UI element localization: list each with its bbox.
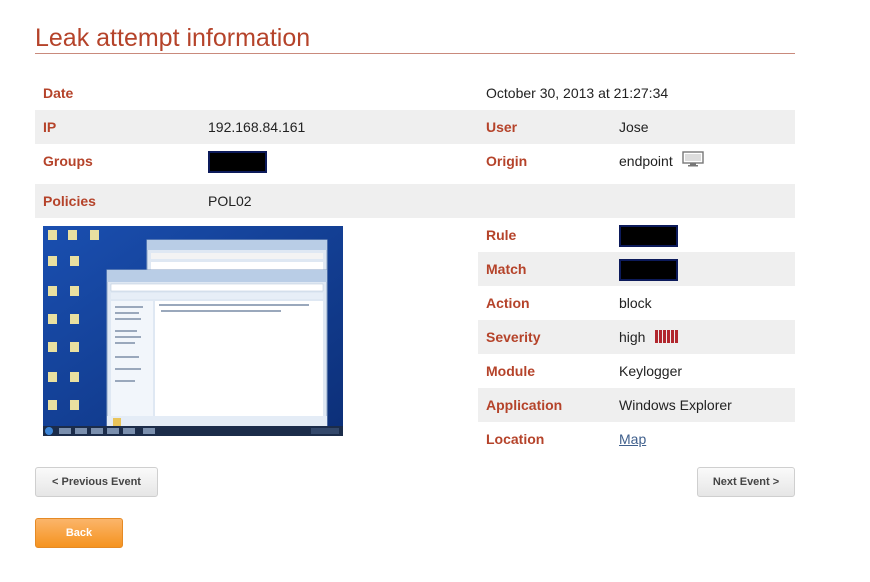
groups-origin-row: Groups Origin endpoint <box>35 144 795 178</box>
map-link[interactable]: Map <box>619 422 646 456</box>
next-event-button[interactable]: Next Event > <box>697 467 795 497</box>
action-row: Action block <box>478 286 795 320</box>
title-divider <box>35 53 795 54</box>
policies-row: Policies POL02 <box>35 184 795 218</box>
match-row: Match <box>478 252 795 286</box>
ip-label: IP <box>43 119 57 135</box>
location-label: Location <box>486 431 545 447</box>
rule-label: Rule <box>486 227 517 243</box>
rule-value-redacted <box>619 218 678 252</box>
rule-row: Rule <box>478 218 795 252</box>
policies-label: Policies <box>43 193 96 209</box>
monitor-icon <box>681 145 704 179</box>
application-label: Application <box>486 397 563 413</box>
groups-label: Groups <box>43 153 93 169</box>
redaction-box <box>619 259 678 282</box>
action-label: Action <box>486 295 530 311</box>
date-row: Date October 30, 2013 at 21:27:34 <box>35 76 795 110</box>
groups-value-redacted <box>208 144 267 178</box>
user-value: Jose <box>619 119 649 135</box>
back-button[interactable]: Back <box>35 518 123 548</box>
origin-value-wrap: endpoint <box>619 144 704 179</box>
action-value: block <box>619 295 652 311</box>
previous-event-button[interactable]: < Previous Event <box>35 467 158 497</box>
policies-value: POL02 <box>208 193 252 209</box>
severity-value-wrap: high <box>619 320 679 355</box>
severity-label: Severity <box>486 329 541 345</box>
origin-value: endpoint <box>619 153 673 169</box>
application-row: Application Windows Explorer <box>478 388 795 422</box>
module-label: Module <box>486 363 535 379</box>
module-row: Module Keylogger <box>478 354 795 388</box>
module-value: Keylogger <box>619 363 683 379</box>
severity-value: high <box>619 329 646 345</box>
severity-level-bar <box>655 321 679 355</box>
application-value: Windows Explorer <box>619 397 732 413</box>
location-row: Location Map <box>478 422 795 456</box>
user-label: User <box>486 119 518 135</box>
date-label: Date <box>43 85 74 101</box>
origin-label: Origin <box>486 153 528 169</box>
redaction-box <box>619 225 678 248</box>
page-title: Leak attempt information <box>35 24 311 52</box>
ip-value: 192.168.84.161 <box>208 119 306 135</box>
ip-user-row: IP 192.168.84.161 User Jose <box>35 110 795 144</box>
severity-row: Severity high <box>478 320 795 354</box>
desktop-screenshot-thumbnail[interactable] <box>43 226 343 436</box>
match-label: Match <box>486 261 527 277</box>
date-value: October 30, 2013 at 21:27:34 <box>486 85 669 101</box>
match-value-redacted <box>619 252 678 286</box>
redaction-box <box>208 151 267 174</box>
